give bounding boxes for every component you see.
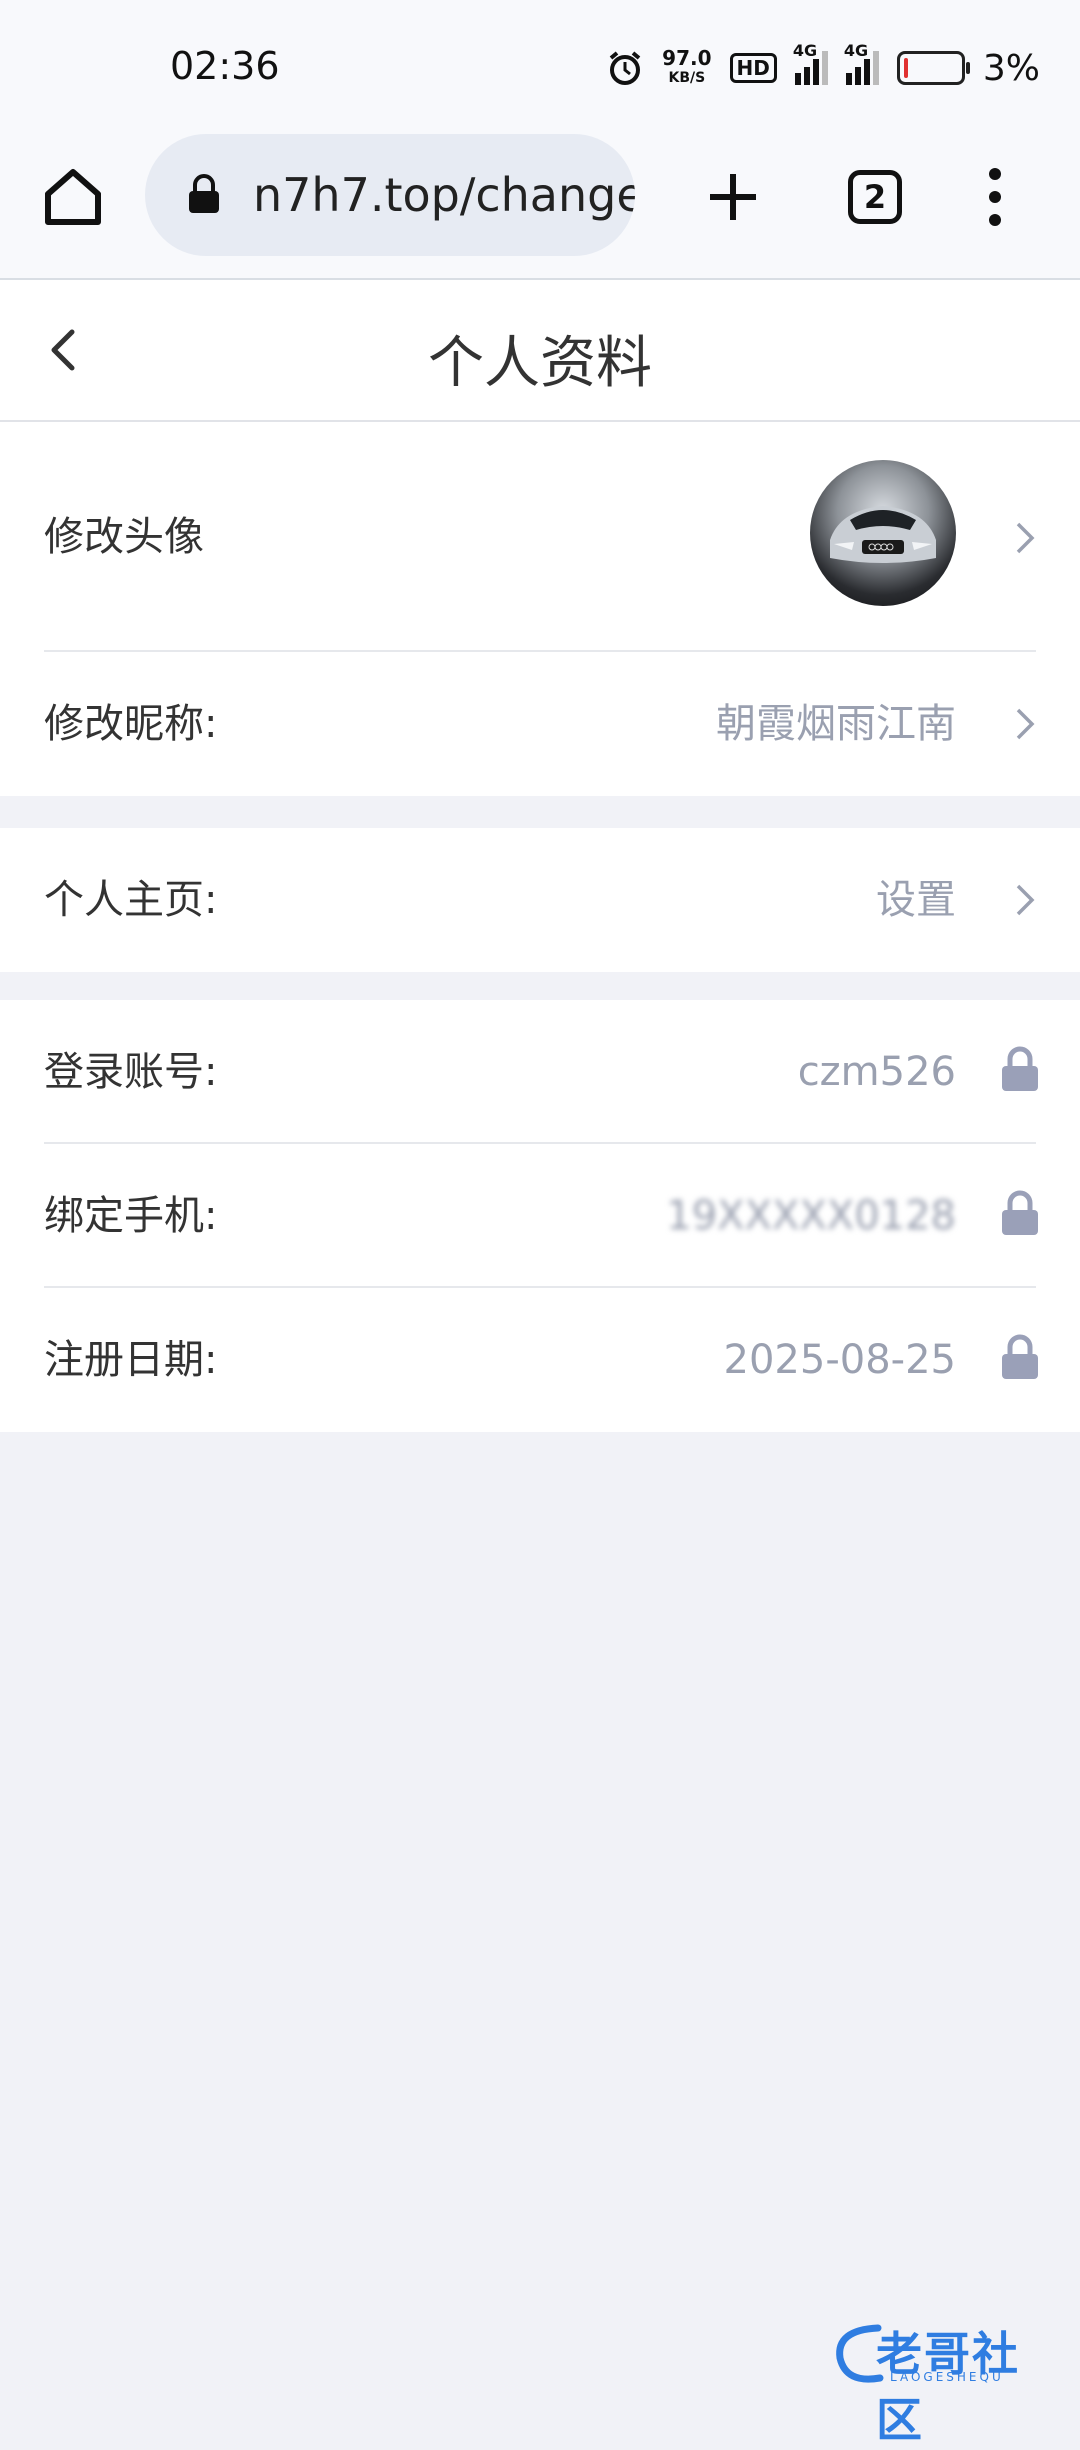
page-header: 个人资料: [0, 280, 1080, 422]
watermark-text: 老哥社区: [876, 2327, 1020, 2447]
hd-badge: HD: [729, 53, 777, 83]
status-time: 02:36: [170, 44, 280, 88]
battery-percent: 3%: [982, 47, 1040, 89]
lock-icon: [1002, 1334, 1038, 1379]
lock-icon: [1002, 1190, 1038, 1235]
signal-sim1-icon: 4G: [793, 41, 828, 85]
nickname-label: 修改昵称:: [44, 701, 218, 747]
change-avatar-label: 修改头像: [44, 514, 204, 560]
chevron-right-icon: [1016, 522, 1035, 554]
tab-switcher-button[interactable]: 2: [848, 170, 902, 224]
car-image: [830, 506, 936, 563]
phone-value: 19XXXXX0128: [666, 1193, 956, 1239]
signal-sim2-icon: 4G: [844, 41, 879, 85]
homepage-row[interactable]: 个人主页: 设置: [0, 828, 1080, 972]
net-speed-value: 97.0: [662, 46, 712, 70]
watermark-subtext: LAOGESHEQU: [890, 2370, 1004, 2384]
profile-group-homepage: 个人主页: 设置: [0, 828, 1080, 972]
profile-group-basic: 修改头像 修改昵称: 朝霞烟雨江南: [0, 422, 1080, 796]
chevron-right-icon: [1016, 884, 1035, 916]
alarm-icon: [609, 51, 641, 85]
browser-toolbar: n7h7.top/change 2: [0, 130, 1080, 280]
net-speed: 97.0 KB/S: [662, 48, 711, 88]
status-icons: 97.0 KB/S HD 4G 4G 3%: [606, 41, 1040, 92]
lock-icon: [1002, 1046, 1038, 1091]
change-nickname-row[interactable]: 修改昵称: 朝霞烟雨江南: [0, 652, 1080, 796]
sim2-label: 4G: [843, 41, 869, 60]
watermark-logo: 老哥社区 LAOGESHEQU: [830, 2314, 1066, 2447]
phone-row: 绑定手机: 19XXXXX0128: [0, 1144, 1080, 1288]
phone-label: 绑定手机:: [44, 1193, 218, 1239]
status-bar: 02:36 97.0 KB/S HD 4G 4G 3%: [0, 0, 1080, 130]
profile-group-account: 登录账号: czm526 绑定手机: 19XXXXX0128 注册日期: 202…: [0, 1000, 1080, 1432]
register-date-row: 注册日期: 2025-08-25: [0, 1288, 1080, 1432]
account-value: czm526: [797, 1049, 956, 1095]
net-speed-unit: KB/S: [668, 70, 706, 86]
url-text[interactable]: n7h7.top/change: [253, 168, 635, 222]
new-tab-icon[interactable]: [700, 164, 766, 230]
account-row: 登录账号: czm526: [0, 1000, 1080, 1144]
sim1-label: 4G: [792, 41, 818, 60]
register-date-value: 2025-08-25: [723, 1337, 956, 1383]
change-avatar-row[interactable]: 修改头像: [0, 422, 1080, 652]
lock-icon: [189, 174, 219, 213]
avatar[interactable]: [810, 460, 956, 606]
nickname-value: 朝霞烟雨江南: [716, 701, 956, 747]
more-menu-icon[interactable]: [980, 164, 1010, 230]
homepage-value: 设置: [876, 877, 956, 923]
account-label: 登录账号:: [44, 1049, 218, 1095]
home-icon[interactable]: [40, 164, 106, 230]
page-title: 个人资料: [428, 331, 652, 396]
battery-icon: [896, 51, 970, 85]
url-bar[interactable]: n7h7.top/change: [145, 134, 635, 256]
homepage-label: 个人主页:: [44, 877, 218, 923]
chevron-right-icon: [1016, 708, 1035, 740]
register-date-label: 注册日期:: [44, 1337, 218, 1383]
